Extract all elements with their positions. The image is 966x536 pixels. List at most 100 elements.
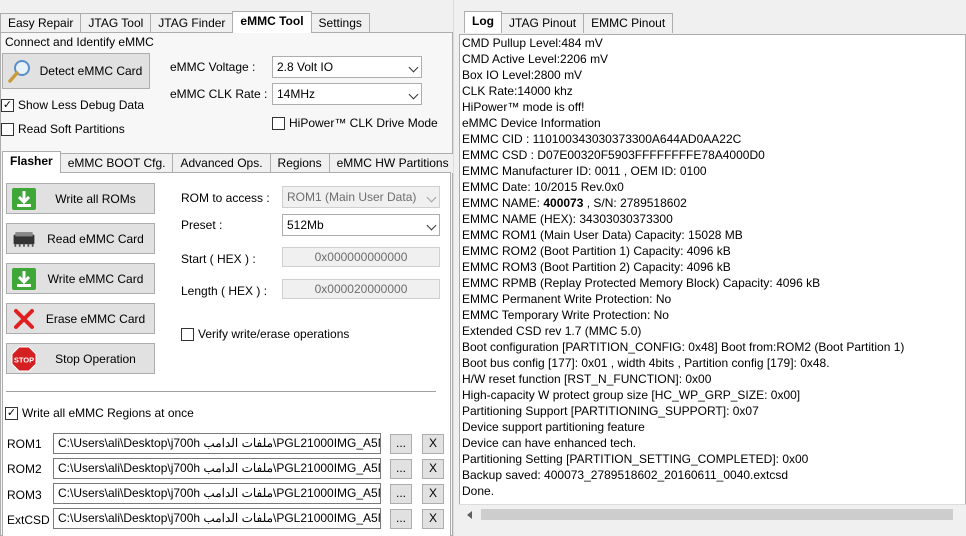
checkbox-checked: ✓ [1,98,14,112]
detect-emmc-button[interactable]: Detect eMMC Card [2,53,150,89]
log-line: EMMC Permanent Write Protection: No [462,292,672,306]
tab-jtag-tool[interactable]: JTAG Tool [80,13,152,33]
region-label-rom2: ROM2 [7,462,42,476]
clear-button-rom2[interactable]: X [422,459,444,479]
tab-jtag-finder[interactable]: JTAG Finder [150,13,234,33]
tab-log[interactable]: Log [464,11,502,33]
erase-emmc-label: Erase eMMC Card [45,311,146,326]
read-soft-partitions-label: Read Soft Partitions [18,122,125,136]
log-line: High-capacity W protect group size [HC_W… [462,388,801,402]
log-line: EMMC Date: 10/2015 Rev.0x0 [462,180,624,194]
download-arrow-icon [11,266,37,292]
region-path-rom1[interactable]: C:\Users\ali\Desktop\j700h ملفات الدامب\… [53,433,381,454]
tab-emmc-tool[interactable]: eMMC Tool [232,11,312,33]
log-line: Partitioning Setting [PARTITION_SETTING_… [462,452,809,466]
read-soft-partitions-checkbox[interactable]: Read Soft Partitions [1,122,125,136]
tab-jtag-pinout[interactable]: JTAG Pinout [501,13,585,33]
checkbox-unchecked [1,122,14,136]
preset-select[interactable]: 512Mb [282,214,440,236]
start-hex-field[interactable]: 0x000000000000 [282,247,440,267]
hipower-checkbox[interactable]: HiPower™ CLK Drive Mode [272,116,438,130]
red-x-icon [11,306,37,332]
log-line: CMD Pullup Level:484 mV [462,36,603,50]
clk-label: eMMC CLK Rate : [170,87,268,101]
read-emmc-label: Read eMMC Card [47,231,144,246]
write-all-roms-button[interactable]: Write all ROMs [6,183,155,214]
voltage-value: 2.8 Volt IO [277,60,334,74]
scroll-left-icon[interactable] [467,511,472,519]
log-line-emmc-name: EMMC NAME: 400073 , S/N: 2789518602 [462,196,687,210]
log-line: Device can have enhanced tech. [462,436,637,450]
log-line: H/W reset function [RST_N_FUNCTION]: 0x0… [462,372,712,386]
verify-label: Verify write/erase operations [198,327,350,341]
write-emmc-button[interactable]: Write eMMC Card [6,263,155,294]
read-emmc-button[interactable]: Read eMMC Card [6,223,155,254]
magnifier-icon [7,58,33,84]
browse-button-extcsd[interactable]: ... [390,509,412,529]
region-path-extcsd[interactable]: C:\Users\ali\Desktop\j700h ملفات الدامب\… [53,508,381,529]
scrollbar-thumb[interactable] [481,509,953,520]
write-all-regions-label: Write all eMMC Regions at once [22,406,194,420]
tab-easy-repair[interactable]: Easy Repair [0,13,82,33]
log-line: Box IO Level:2800 mV [462,68,583,82]
verify-checkbox[interactable]: Verify write/erase operations [181,327,349,341]
log-line: Backup saved: 400073_2789518602_20160611… [462,468,789,482]
checkbox-unchecked [272,116,285,130]
region-label-extcsd: ExtCSD [7,513,50,527]
show-less-debug-label: Show Less Debug Data [18,98,145,112]
region-label-rom3: ROM3 [7,488,42,502]
log-horizontal-scrollbar[interactable] [459,504,966,524]
region-label-rom1: ROM1 [7,437,42,451]
show-less-debug-checkbox[interactable]: ✓ Show Less Debug Data [1,98,144,112]
memory-chip-icon [11,226,37,252]
write-all-roms-label: Write all ROMs [55,191,136,206]
clk-value: 14MHz [277,87,316,101]
chevron-down-icon [408,62,419,73]
start-hex-label: Start ( HEX ) : [181,252,256,266]
chevron-down-icon [426,220,437,231]
preset-value: 512Mb [287,218,324,232]
write-all-regions-checkbox[interactable]: ✓ Write all eMMC Regions at once [5,406,194,420]
browse-button-rom1[interactable]: ... [390,434,412,454]
log-line: Partitioning Support [PARTITIONING_SUPPO… [462,404,759,418]
emmc-name-value: 400073 [543,196,584,210]
tab-emmc-pinout[interactable]: EMMC Pinout [583,13,674,33]
tab-emmc-hw-partitions[interactable]: eMMC HW Partitions [328,153,457,173]
tab-settings[interactable]: Settings [310,13,370,33]
divider [6,391,436,393]
connect-group-label: Connect and Identify eMMC [5,35,154,49]
rom-access-select[interactable]: ROM1 (Main User Data) [282,186,440,208]
log-line: EMMC Temporary Write Protection: No [462,308,669,322]
log-line: EMMC NAME (HEX): 34303030373300 [462,212,673,226]
log-line: HiPower™ mode is off! [462,100,585,114]
right-tabbar: Log JTAG Pinout EMMC Pinout [464,11,674,33]
erase-emmc-button[interactable]: Erase eMMC Card [6,303,155,334]
log-line: EMMC ROM1 (Main User Data) Capacity: 150… [462,228,743,242]
clear-button-extcsd[interactable]: X [422,509,444,529]
stop-operation-button[interactable]: STOP Stop Operation [6,343,155,374]
tab-advanced-ops[interactable]: Advanced Ops. [172,153,271,173]
log-line: eMMC Device Information [462,116,601,130]
log-line: EMMC ROM2 (Boot Partition 1) Capacity: 4… [462,244,731,258]
browse-button-rom3[interactable]: ... [390,484,412,504]
main-tabbar: Easy Repair JTAG Tool JTAG Finder eMMC T… [0,11,370,33]
tab-emmc-boot-cfg[interactable]: eMMC BOOT Cfg. [59,153,174,173]
region-path-rom2[interactable]: C:\Users\ali\Desktop\j700h ملفات الدامب\… [53,458,381,479]
region-path-rom3[interactable]: C:\Users\ali\Desktop\j700h ملفات الدامب\… [53,483,381,504]
tab-flasher[interactable]: Flasher [2,151,61,173]
log-output[interactable]: CMD Pullup Level:484 mV CMD Active Level… [459,34,966,524]
clear-button-rom3[interactable]: X [422,484,444,504]
log-line: Boot bus config [177]: 0x01 , width 4bit… [462,356,830,370]
log-line: EMMC Manufacturer ID: 0011 , OEM ID: 010… [462,164,707,178]
length-hex-field[interactable]: 0x000020000000 [282,279,440,299]
tab-regions[interactable]: Regions [269,153,330,173]
browse-button-rom2[interactable]: ... [390,459,412,479]
log-line: CLK Rate:14000 khz [462,84,573,98]
clk-select[interactable]: 14MHz [272,83,422,105]
hipower-label: HiPower™ CLK Drive Mode [289,116,438,130]
checkbox-checked: ✓ [5,406,18,420]
voltage-select[interactable]: 2.8 Volt IO [272,56,422,78]
log-line: Extended CSD rev 1.7 (MMC 5.0) [462,324,642,338]
stop-operation-label: Stop Operation [55,351,136,366]
clear-button-rom1[interactable]: X [422,434,444,454]
